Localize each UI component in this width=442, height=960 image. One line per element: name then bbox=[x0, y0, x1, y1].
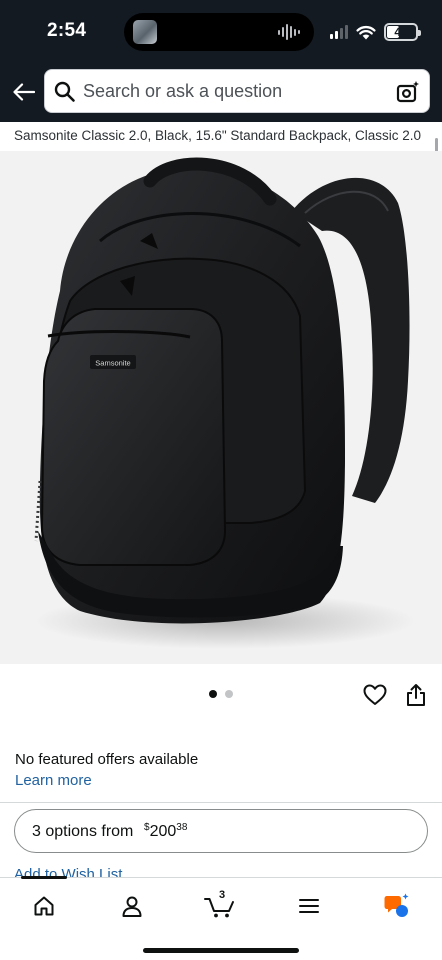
cellular-signal-icon bbox=[330, 25, 348, 39]
price-whole: 200 bbox=[149, 823, 177, 840]
backpack-image: Samsonite bbox=[34, 157, 415, 649]
product-title[interactable]: Samsonite Classic 2.0, Black, 15.6" Stan… bbox=[14, 128, 421, 143]
carousel-indicator bbox=[209, 690, 233, 698]
bottom-nav: 3 bbox=[0, 876, 442, 960]
cart-count-badge: 3 bbox=[219, 889, 226, 901]
brand-label: Samsonite bbox=[95, 359, 130, 368]
active-tab-indicator bbox=[21, 876, 67, 879]
search-input[interactable] bbox=[83, 70, 383, 112]
learn-more-link[interactable]: Learn more bbox=[15, 772, 92, 789]
home-icon bbox=[34, 896, 54, 916]
no-offers-message: No featured offers available bbox=[15, 751, 199, 768]
options-price: $20038 bbox=[144, 822, 187, 841]
buying-options-button[interactable]: 3 options from $20038 bbox=[14, 809, 428, 853]
status-indicators: 40 bbox=[330, 22, 421, 42]
back-button[interactable] bbox=[10, 76, 38, 108]
nav-cart[interactable]: 3 bbox=[200, 889, 240, 922]
search-icon bbox=[54, 81, 75, 102]
home-indicator[interactable] bbox=[143, 948, 299, 953]
camera-search-icon[interactable] bbox=[396, 80, 420, 104]
dynamic-island[interactable] bbox=[124, 13, 314, 51]
menu-icon bbox=[299, 899, 319, 913]
nav-menu[interactable] bbox=[289, 890, 329, 922]
divider bbox=[0, 802, 442, 803]
search-header bbox=[0, 62, 442, 122]
carousel-dot[interactable] bbox=[225, 690, 233, 698]
now-playing-thumbnail bbox=[133, 20, 157, 44]
nav-account[interactable] bbox=[112, 890, 152, 922]
share-icon bbox=[407, 684, 425, 706]
nav-rufus[interactable] bbox=[377, 890, 417, 922]
nav-home[interactable] bbox=[24, 890, 64, 922]
wishlist-heart-button[interactable] bbox=[363, 684, 387, 706]
status-time: 2:54 bbox=[47, 20, 87, 41]
heart-icon bbox=[363, 684, 387, 705]
account-icon bbox=[122, 896, 142, 917]
audio-waveform-icon bbox=[278, 23, 300, 41]
carousel-dot-active[interactable] bbox=[209, 690, 217, 698]
options-label: 3 options from bbox=[32, 823, 134, 840]
share-button[interactable] bbox=[405, 683, 427, 707]
battery-percent: 40 bbox=[394, 25, 408, 39]
status-bar: 2:54 40 bbox=[0, 0, 442, 62]
product-page: 2:54 40 Search or ask a question Samsoni… bbox=[0, 0, 442, 960]
rufus-assistant-icon bbox=[384, 893, 409, 917]
price-fraction: 38 bbox=[176, 822, 188, 833]
search-bar[interactable] bbox=[44, 69, 430, 113]
back-arrow-icon bbox=[13, 83, 35, 101]
wifi-icon bbox=[356, 25, 376, 39]
product-image[interactable]: Samsonite bbox=[0, 151, 442, 664]
battery-icon: 40 bbox=[384, 23, 421, 41]
